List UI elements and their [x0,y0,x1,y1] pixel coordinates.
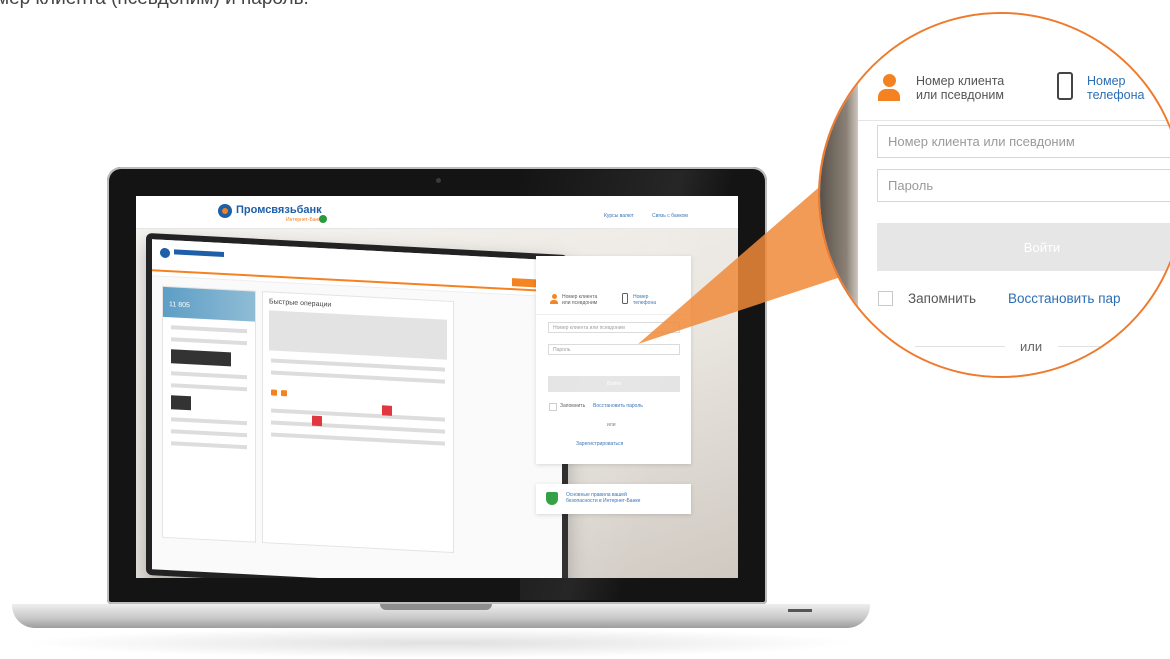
zoom-restore-password-link[interactable]: Восстановить пар [1008,291,1121,306]
laptop-shadow [20,628,862,658]
bank-logo-subtitle: Интернет-Банк [286,217,321,223]
person-icon [550,294,558,304]
login-panel: Номер клиента или псевдоним Номер телефо… [536,256,691,464]
bank-logo[interactable]: Промсвязьбанк [236,204,322,216]
zoom-or-separator: или [1020,339,1043,354]
password-input[interactable]: Пароль [548,344,680,355]
contact-bank-link[interactable]: Связь с банком [652,213,688,219]
page-caption: мер клиента (псевдоним) и пароль. [0,0,309,10]
phone-icon [622,293,628,304]
site-header: Промсвязьбанк Интернет-Банк Курсы валют … [136,196,738,229]
zoom-tab-phone-number[interactable]: Номер телефона [1087,74,1144,102]
zoom-or-line-right [1058,346,1170,347]
tab-phone-line2: телефона [633,300,656,306]
security-shield-icon [546,492,558,505]
zoom-tab-client-number[interactable]: Номер клиента или псевдоним [916,74,1004,102]
laptop-base-notch [380,604,492,610]
hero-quick-ops-title: Быстрые операции [269,298,332,309]
security-banner[interactable]: Основные правила вашей безопасности в Ин… [536,484,691,514]
security-banner-line2: безопасности в Интернет-Банке [566,498,641,504]
exchange-rates-link[interactable]: Курсы валют [604,213,634,219]
laptop-base-mark [788,609,812,612]
zoom-person-icon [878,74,900,102]
zoom-login-button[interactable]: Войти [877,223,1170,271]
zoom-tab-client-line2: или псевдоним [916,88,1004,102]
zoom-tab-phone-line1: Номер [1087,74,1126,88]
zoom-remember-checkbox[interactable] [878,291,893,306]
register-link[interactable]: Зарегистрироваться [576,441,623,447]
camera-dot [436,178,441,183]
zoom-background-photo [820,14,858,376]
hero-laptop-photo: 11 805 Быстрые операции [146,232,568,578]
or-separator: или [607,422,616,428]
zoom-tab-divider [858,120,1170,121]
zoom-remember-label: Запомнить [908,291,976,306]
tab-client-line2: или псевдоним [562,300,598,306]
zoom-tab-phone-line2: телефона [1087,88,1145,102]
bank-logo-icon [218,204,232,218]
zoom-tab-client-line1: Номер клиента [916,74,1005,88]
hero-app-sidebar: 11 805 [162,285,256,543]
laptop-screen: 11 805 Быстрые операции Промсвязьбанк Ин… [136,196,738,578]
remember-checkbox[interactable] [549,403,557,411]
zoom-client-number-input[interactable] [877,125,1170,158]
zoom-phone-icon [1057,72,1073,100]
zoom-or-line-left [915,346,1005,347]
secure-badge-icon [319,215,327,223]
login-button[interactable]: Войти [548,376,680,392]
tab-phone-number[interactable]: Номер телефона [633,294,656,306]
remember-label: Запомнить [560,403,586,409]
zoom-password-input[interactable] [877,169,1170,202]
restore-password-link[interactable]: Восстановить пароль [593,403,643,409]
hero-balance: 11 805 [169,301,190,310]
client-number-input[interactable]: Номер клиента или псевдоним [548,322,680,333]
zoom-magnifier: Номер клиента или псевдоним Номер телефо… [818,12,1170,378]
tab-client-number[interactable]: Номер клиента или псевдоним [562,294,597,306]
hero-app-main: Быстрые операции [262,291,454,554]
